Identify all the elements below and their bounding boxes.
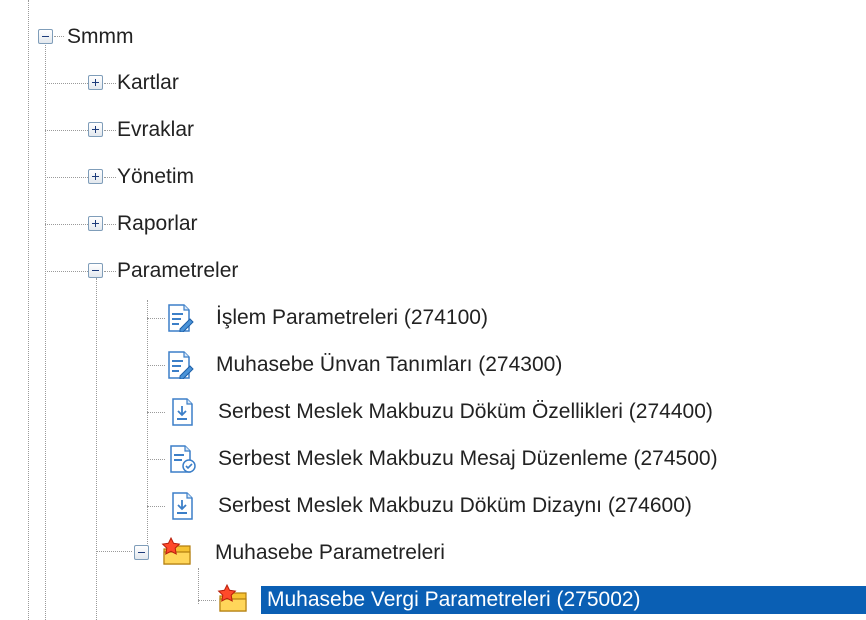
tree-node-raporlar[interactable]: Raporlar bbox=[0, 207, 866, 241]
form-edit-icon bbox=[166, 304, 194, 332]
tree-node-label[interactable]: Kartlar bbox=[114, 69, 182, 97]
tree-node-yonetim[interactable]: Yönetim bbox=[0, 160, 866, 194]
tree-node-label[interactable]: İşlem Parametreleri (274100) bbox=[213, 304, 491, 332]
tree-node-label[interactable]: Smmm bbox=[64, 23, 137, 51]
tree-node-label[interactable]: Muhasebe Ünvan Tanımları (274300) bbox=[213, 351, 565, 379]
collapse-toggle-muhasebe-parametreleri[interactable] bbox=[134, 545, 149, 560]
tree-node-label[interactable]: Evraklar bbox=[114, 116, 197, 144]
expand-toggle-raporlar[interactable] bbox=[88, 216, 103, 231]
tree-node-muhasebe-parametreleri[interactable]: Muhasebe Parametreleri bbox=[0, 536, 866, 570]
expand-toggle-evraklar[interactable] bbox=[88, 122, 103, 137]
tree-node-label-selected[interactable]: Muhasebe Vergi Parametreleri (275002) bbox=[261, 586, 866, 614]
document-check-icon bbox=[168, 445, 196, 473]
document-download-icon bbox=[170, 398, 196, 426]
tree-node-smm-dokum-dizayni[interactable]: Serbest Meslek Makbuzu Döküm Dizaynı (27… bbox=[0, 489, 866, 523]
tree-node-smmm[interactable]: Smmm bbox=[0, 20, 866, 54]
tree-node-label[interactable]: Serbest Meslek Makbuzu Döküm Dizaynı (27… bbox=[215, 492, 695, 520]
tree-node-smm-mesaj-duzenleme[interactable]: Serbest Meslek Makbuzu Mesaj Düzenleme (… bbox=[0, 442, 866, 476]
collapse-toggle-smmm[interactable] bbox=[38, 29, 53, 44]
tree-node-label[interactable]: Serbest Meslek Makbuzu Mesaj Düzenleme (… bbox=[215, 445, 721, 473]
favorites-star-folder-icon bbox=[216, 584, 247, 612]
tree-node-evraklar[interactable]: Evraklar bbox=[0, 113, 866, 147]
tree-node-muhasebe-unvan-tanimlari[interactable]: Muhasebe Ünvan Tanımları (274300) bbox=[0, 348, 866, 382]
tree-node-label[interactable]: Parametreler bbox=[114, 257, 241, 285]
document-download-icon bbox=[170, 492, 196, 520]
tree-node-label[interactable]: Raporlar bbox=[114, 210, 201, 238]
tree-node-kartlar[interactable]: Kartlar bbox=[0, 66, 866, 100]
expand-toggle-kartlar[interactable] bbox=[88, 75, 103, 90]
tree-node-parametreler[interactable]: Parametreler bbox=[0, 254, 866, 288]
tree-node-label[interactable]: Yönetim bbox=[114, 163, 197, 191]
collapse-toggle-parametreler[interactable] bbox=[88, 263, 103, 278]
tree-view: Smmm Kartlar Evraklar Yönetim Raporlar P… bbox=[0, 0, 866, 620]
favorites-star-folder-icon bbox=[160, 537, 191, 565]
expand-toggle-yonetim[interactable] bbox=[88, 169, 103, 184]
tree-node-islem-parametreleri[interactable]: İşlem Parametreleri (274100) bbox=[0, 301, 866, 335]
form-edit-icon bbox=[166, 351, 194, 379]
tree-node-label[interactable]: Serbest Meslek Makbuzu Döküm Özellikleri… bbox=[215, 398, 716, 426]
tree-node-label[interactable]: Muhasebe Parametreleri bbox=[212, 539, 448, 567]
tree-node-smm-dokum-ozellikleri[interactable]: Serbest Meslek Makbuzu Döküm Özellikleri… bbox=[0, 395, 866, 429]
tree-node-muhasebe-vergi-parametreleri[interactable]: Muhasebe Vergi Parametreleri (275002) bbox=[0, 583, 866, 617]
